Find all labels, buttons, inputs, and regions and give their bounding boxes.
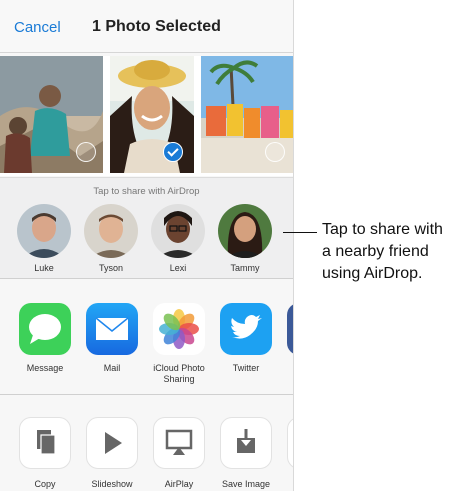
nav-bar: Cancel 1 Photo Selected <box>0 0 293 53</box>
facebook-icon <box>287 303 293 355</box>
twitter-icon <box>220 303 272 355</box>
share-app-mail[interactable]: Mail <box>81 303 143 374</box>
airdrop-hint: Tap to share with AirDrop <box>93 186 200 197</box>
contact-name: Lexi <box>169 263 187 273</box>
action-label: Save Image <box>221 479 271 489</box>
nav-title: 1 Photo Selected <box>92 18 221 35</box>
airplay-icon <box>153 417 205 469</box>
photo-thumbnail-2[interactable] <box>110 56 194 173</box>
share-apps-row: Message Mail iCloud Photo Sharing Twitte… <box>0 279 293 395</box>
photo-select-indicator-3[interactable] <box>265 142 285 162</box>
airdrop-contact-tyson[interactable]: Tyson <box>81 204 141 273</box>
more-action-icon <box>287 417 293 469</box>
action-label: Slideshow <box>91 479 133 489</box>
photo-select-indicator-1[interactable] <box>76 142 96 162</box>
callout-leader-line <box>283 232 317 233</box>
action-more[interactable]: A <box>282 417 293 490</box>
photo-thumbnail-3[interactable] <box>201 56 293 173</box>
mail-icon <box>86 303 138 355</box>
app-label: Twitter <box>232 363 260 373</box>
action-slideshow[interactable]: Slideshow <box>81 417 143 490</box>
action-label: AirPlay <box>164 479 194 489</box>
action-copy[interactable]: Copy <box>14 417 76 490</box>
app-label: iCloud Photo Sharing <box>153 363 205 384</box>
avatar <box>17 204 71 258</box>
message-icon <box>19 303 71 355</box>
app-label: Message <box>26 363 64 373</box>
photos-icon <box>153 303 205 355</box>
contact-name: Tammy <box>230 263 260 273</box>
contact-name: Tyson <box>98 263 123 273</box>
copy-icon <box>19 417 71 469</box>
airdrop-contact-luke[interactable]: Luke <box>14 204 74 273</box>
share-app-icloud-photo-sharing[interactable]: iCloud Photo Sharing <box>148 303 210 385</box>
airdrop-callout: Tap to share with a nearby friend using … <box>322 221 443 282</box>
share-app-twitter[interactable]: Twitter <box>215 303 277 374</box>
share-app-facebook[interactable]: F <box>282 303 293 374</box>
avatar <box>84 204 138 258</box>
airdrop-section: Tap to share with AirDrop Luke Tyson Lex… <box>0 177 293 279</box>
photo-select-indicator-2[interactable] <box>163 142 183 162</box>
share-sheet: Cancel 1 Photo Selected Tap to share wit… <box>0 0 294 491</box>
app-label: Mail <box>103 363 121 373</box>
airdrop-contact-tammy[interactable]: Tammy <box>215 204 275 273</box>
contact-name: Luke <box>34 263 54 273</box>
avatar <box>218 204 272 258</box>
airdrop-contact-lexi[interactable]: Lexi <box>148 204 208 273</box>
play-icon <box>86 417 138 469</box>
share-app-message[interactable]: Message <box>14 303 76 374</box>
save-image-icon <box>220 417 272 469</box>
photo-strip[interactable] <box>0 56 293 176</box>
app-label: F <box>282 363 293 374</box>
action-save-image[interactable]: Save Image <box>215 417 277 490</box>
action-airplay[interactable]: AirPlay <box>148 417 210 490</box>
share-actions-row: Copy Slideshow AirPlay Save Image A <box>0 395 293 491</box>
action-label: Copy <box>34 479 56 489</box>
cancel-button[interactable]: Cancel <box>14 19 61 36</box>
photo-thumbnail-1[interactable] <box>0 56 103 173</box>
avatar <box>151 204 205 258</box>
action-label: A <box>282 479 293 490</box>
